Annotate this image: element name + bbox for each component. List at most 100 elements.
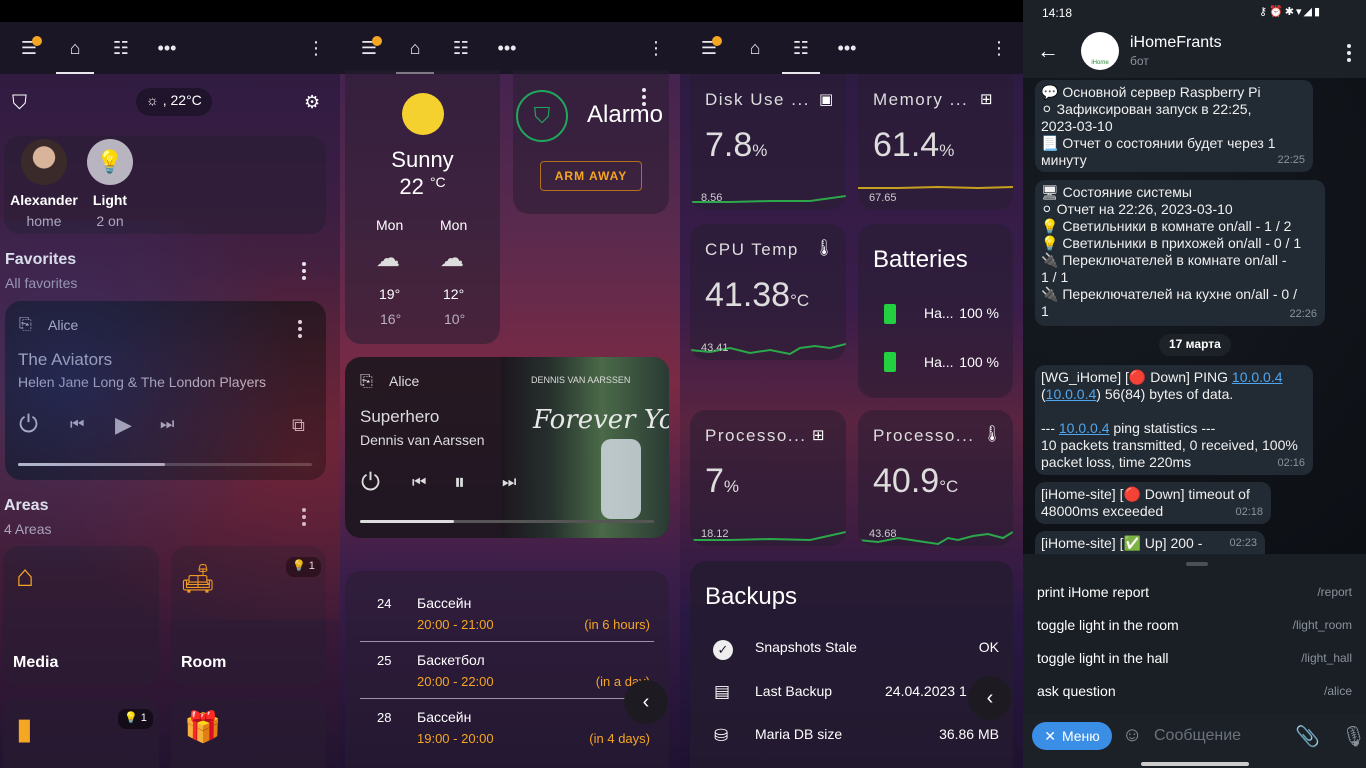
home-tab-icon[interactable]: ⌂ <box>392 22 438 74</box>
list-tab-icon[interactable]: ☷ <box>438 22 484 74</box>
back-arrow-icon[interactable]: ← <box>1037 38 1059 64</box>
gift-icon: 🎁 <box>184 711 222 744</box>
alarm-more-icon[interactable] <box>642 88 646 106</box>
weather-temp: 22 °C <box>345 174 500 200</box>
area-name: Media <box>13 654 59 671</box>
backup-row-label: Snapshots Stale <box>755 639 857 655</box>
menu-icon[interactable]: ☰ <box>6 22 52 74</box>
overflow-menu-icon[interactable]: ⋮ <box>989 22 1009 74</box>
media-progress[interactable] <box>18 463 312 466</box>
message-line: --- 10.0.0.4 ping statistics --- <box>1041 420 1307 437</box>
overflow-menu-icon[interactable]: ⋮ <box>306 22 326 74</box>
light-count-badge: 💡 1 <box>118 709 153 729</box>
command-row[interactable]: ask question/alice <box>1023 674 1366 707</box>
text: ping statistics --- <box>1109 420 1216 436</box>
lightbulb-icon[interactable]: 💡 <box>87 139 133 185</box>
message-input[interactable]: Сообщение <box>1154 727 1241 745</box>
divider <box>360 641 654 642</box>
badge-count: 1 <box>308 560 315 572</box>
attach-icon[interactable]: 📎 <box>1295 724 1320 749</box>
media-more-icon[interactable] <box>298 320 302 338</box>
chat-menu-icon[interactable] <box>1347 44 1351 62</box>
drag-handle[interactable] <box>1186 562 1208 566</box>
menu-icon[interactable]: ☰ <box>346 22 392 74</box>
playlist-icon[interactable]: ⧉ <box>292 415 305 436</box>
list-tab-icon[interactable]: ☷ <box>778 22 824 74</box>
command-row[interactable]: toggle light in the hall/light_hall <box>1023 641 1366 674</box>
sticker-icon[interactable]: ☺ <box>1122 724 1142 747</box>
album-art-figure <box>601 439 641 519</box>
next-track-icon[interactable]: ⏭ <box>502 474 516 492</box>
previous-track-icon[interactable]: ⏮ <box>70 416 84 434</box>
database-search-icon: ⛁ <box>714 726 729 745</box>
avatar[interactable] <box>21 139 67 185</box>
home-tab-icon[interactable]: ⌂ <box>52 22 98 74</box>
overflow-menu-icon[interactable]: ⋮ <box>646 22 666 74</box>
sensor-card-processor[interactable]: Processo... ⊞ 7% 18.12 <box>690 410 846 546</box>
message-line: 💬 Основной сервер Raspberry Pi <box>1041 84 1261 100</box>
message-bubble[interactable]: [iHome-site] [✅ Up] 200 - OK 02:23 <box>1035 531 1265 568</box>
favorites-title: Favorites <box>5 251 77 268</box>
avatar-text: iHome <box>1091 60 1109 66</box>
message-line: ⚪ Зафиксирован запуск в 22:25, <box>1041 101 1252 117</box>
message-bubble[interactable]: [iHome-site] [🔴 Down] timeout of 48000ms… <box>1035 482 1271 524</box>
event-name: Баскетбол <box>417 652 485 668</box>
weather-condition: Sunny <box>391 147 454 172</box>
menu-button[interactable]: ✕ Меню <box>1032 722 1112 750</box>
more-tabs-icon[interactable]: ••• <box>824 22 870 74</box>
dashboard-panel-2: ☰ ⌂ ☷ ••• ⋮ Sunny 22 °C Mon ☁ 19° 16° Mo… <box>340 0 680 768</box>
more-tabs-icon[interactable]: ••• <box>144 22 190 74</box>
power-icon[interactable]: ⏻ <box>361 469 380 497</box>
light-group-status: 2 on <box>96 213 124 229</box>
chevron-left-icon[interactable]: ‹ <box>624 680 668 724</box>
pause-icon[interactable]: ⏸ <box>454 469 465 495</box>
message-bubble[interactable]: [WG_iHome] [🔴 Down] PING 10.0.0.4 (10.0.… <box>1035 365 1313 475</box>
sensor-card-disk[interactable]: Disk Use ... ▣ 7.8% 8.56 <box>690 74 846 210</box>
close-icon: ✕ <box>1044 727 1056 744</box>
play-icon[interactable]: ▶ <box>115 412 132 438</box>
next-track-icon[interactable]: ⏭ <box>160 416 174 434</box>
message-bubble[interactable]: 💬 Основной сервер Raspberry Pi ⚪ Зафикси… <box>1035 80 1313 172</box>
power-icon[interactable]: ⏻ <box>19 411 38 439</box>
weather-chip[interactable]: ☼ , 22°C <box>136 88 212 116</box>
menu-icon[interactable]: ☰ <box>686 22 732 74</box>
sensor-min: 43.68 <box>869 528 897 540</box>
dashboard-panel-3: ☰ ⌂ ☷ ••• ⋮ Disk Use ... ▣ 7.8% 8.56 Mem… <box>680 0 1023 768</box>
sensor-card-processor-temp[interactable]: Processo... 🌡 40.9°C 43.68 <box>858 410 1013 546</box>
shield-off-icon[interactable]: ⛉ <box>12 92 27 115</box>
media-progress[interactable] <box>360 520 654 523</box>
arm-away-button[interactable]: ARM AWAY <box>540 161 642 191</box>
ip-link[interactable]: 10.0.0.4 <box>1232 369 1283 385</box>
areas-subtitle: 4 Areas <box>4 521 52 537</box>
cloud-icon: ☁ <box>440 245 464 272</box>
cpu-chip-icon: ⊞ <box>812 427 825 444</box>
message-line: packet loss, time 220ms <box>1041 454 1192 470</box>
light-group-name: Light <box>92 192 128 208</box>
favorites-more-icon[interactable] <box>302 262 306 280</box>
ip-link[interactable]: 10.0.0.4 <box>1046 386 1097 402</box>
areas-more-icon[interactable] <box>302 508 306 526</box>
message-time: 02:18 <box>1235 506 1263 518</box>
list-tab-icon[interactable]: ☷ <box>98 22 144 74</box>
event-relative: (in 4 days) <box>589 731 650 746</box>
message-bubble[interactable]: 🖥 Состояние системы ⚪ Отчет на 22:26, 20… <box>1035 180 1325 326</box>
command-row[interactable]: toggle light in the room/light_room <box>1023 608 1366 641</box>
weather-chip-text: , 22°C <box>162 92 202 108</box>
settings-gear-icon[interactable]: ⚙ <box>304 92 320 113</box>
message-line: ⚪ Отчет на 22:26, 2023-03-10 <box>1041 201 1233 217</box>
previous-track-icon[interactable]: ⏮ <box>412 474 426 492</box>
media-source: Alice <box>48 317 79 333</box>
command-label: ask question <box>1037 682 1116 699</box>
dashboard-panel-1: ☰ ⌂ ☷ ••• ⋮ ⛉ ☼ , 22°C ⚙ Alexander home … <box>0 0 340 768</box>
sensor-name: Memory ... <box>873 90 969 109</box>
chevron-left-icon[interactable]: ‹ <box>968 676 1012 720</box>
home-tab-icon[interactable]: ⌂ <box>732 22 778 74</box>
microphone-icon[interactable]: 🎙 <box>1341 724 1366 749</box>
bot-avatar[interactable]: iHome <box>1081 32 1119 70</box>
command-row[interactable]: print iHome report/report <box>1023 575 1366 608</box>
album-art-text: DENNIS VAN AARSSEN <box>531 375 631 385</box>
sensor-card-memory[interactable]: Memory ... ⊞ 61.4% 67.65 <box>858 74 1013 210</box>
sensor-card-cpu-temp[interactable]: CPU Temp 🌡 41.38°C 43.41 <box>690 224 846 360</box>
more-tabs-icon[interactable]: ••• <box>484 22 530 74</box>
ip-link[interactable]: 10.0.0.4 <box>1059 420 1110 436</box>
